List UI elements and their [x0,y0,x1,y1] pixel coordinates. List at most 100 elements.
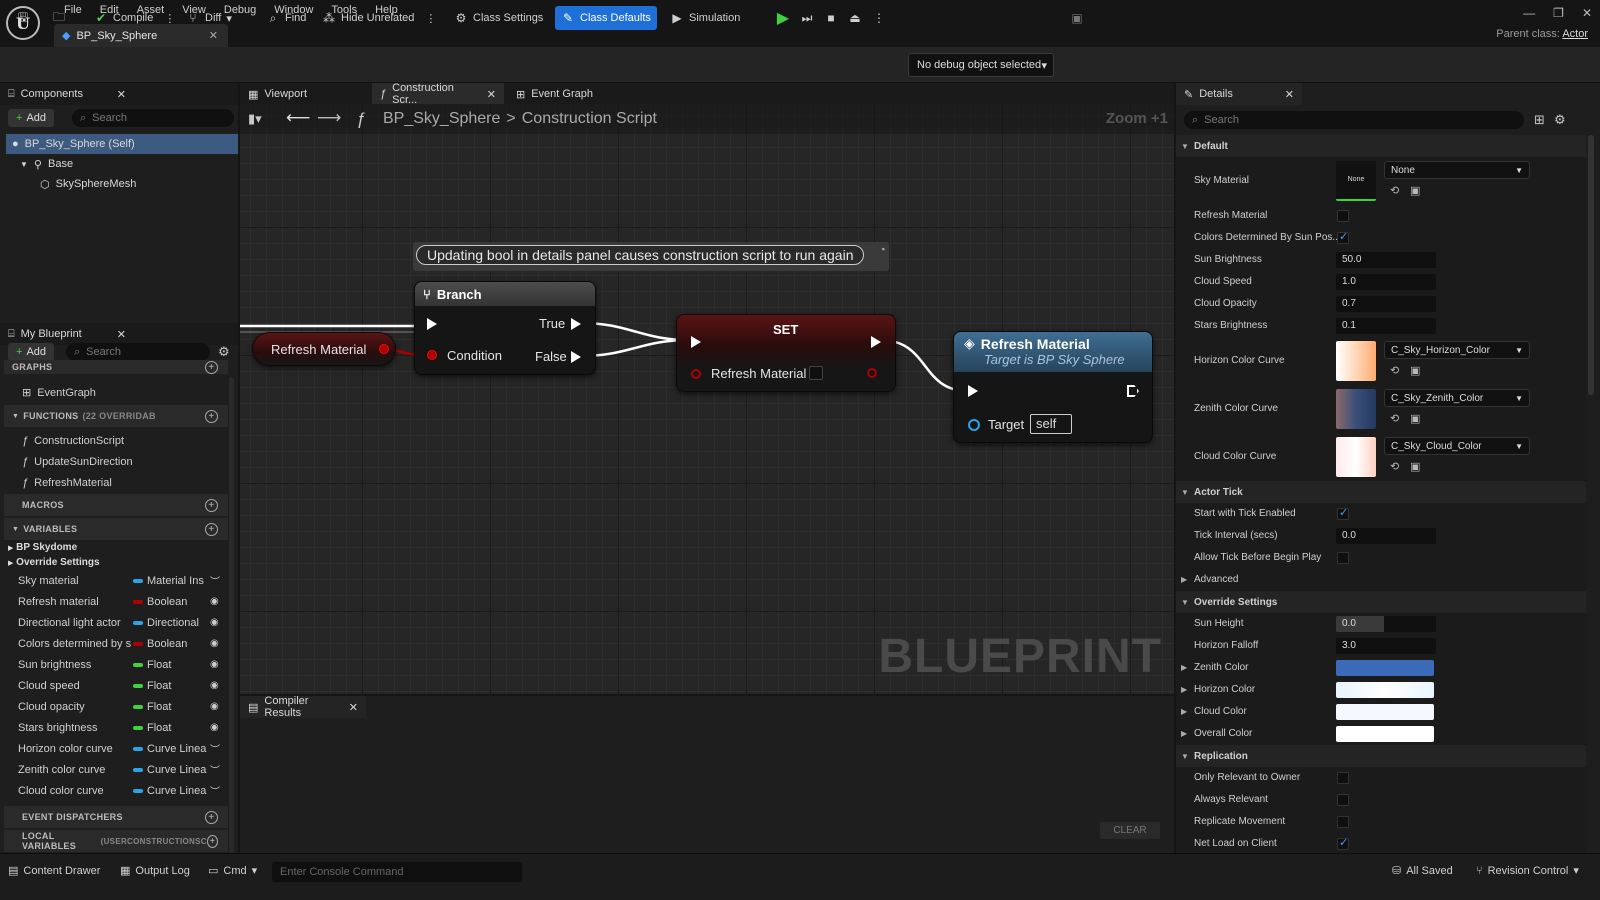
var-get-node[interactable]: Refresh Material [252,332,396,366]
gear-icon[interactable]: ⚙ [1554,112,1566,128]
scrollbar[interactable] [229,377,234,853]
component-skyspheremesh[interactable]: ⬡ SkySphereMesh [40,174,136,194]
close-icon[interactable]: ✕ [117,88,126,101]
horizon-falloff-input[interactable]: 3.0 [1336,638,1436,654]
variable-item[interactable]: Cloud speed Float ◉ [0,675,228,696]
details-scrollbar[interactable] [1588,135,1594,395]
local-variables-section[interactable]: LOCAL VARIABLES (USERCONSTRUCTIONSC + [4,830,228,852]
start-tick-checkbox[interactable] [1337,506,1349,520]
collapse-arrow-icon[interactable]: ▶ [1181,663,1187,672]
use-selected-icon[interactable]: ⟲ [1390,364,1399,377]
tab-viewport[interactable]: ▦ Viewport [240,83,368,105]
eye-icon[interactable]: ◉ [210,638,219,649]
set-value-checkbox[interactable] [809,366,823,380]
hide-unrelated-button[interactable]: ⁂ Hide Unrelated ⋮ [316,6,442,30]
component-self[interactable]: ● BP_Sky_Sphere (Self) [6,134,238,154]
variable-item[interactable]: Colors determined by s Boolean ◉ [0,633,228,654]
browse-button[interactable]: 🗀 [46,6,72,30]
target-pin[interactable] [968,419,980,431]
gear-icon[interactable]: ⚙ [218,344,230,360]
output-log-button[interactable]: ▦ Output Log [120,864,190,878]
stars-brightness-input[interactable]: 0.1 [1336,318,1436,334]
components-tab[interactable]: ⌸ Components ✕ [0,83,238,105]
horizon-curve-thumbnail[interactable] [1336,341,1376,381]
variable-item[interactable]: Refresh material Boolean ◉ [0,591,228,612]
simulation-button[interactable]: ▶ Simulation [664,6,746,30]
content-drawer-button[interactable]: ▤ Content Drawer [8,864,100,878]
always-relevant-checkbox[interactable] [1337,794,1349,806]
zenith-color-swatch[interactable] [1336,660,1434,676]
console-input[interactable]: Enter Console Command [272,862,522,882]
add-dispatcher-icon[interactable]: + [205,810,218,824]
close-icon[interactable]: ✕ [1285,88,1294,101]
restore-icon[interactable]: ❐ [1553,6,1564,20]
visibility-closed-icon[interactable]: ︶ [210,783,220,798]
diff-button[interactable]: ⑂ Diff ▾ [180,6,238,30]
net-load-checkbox[interactable] [1337,836,1349,850]
cloud-color-swatch[interactable] [1336,704,1434,720]
variable-item[interactable]: Horizon color curve Curve Linea ︶ [0,738,228,759]
graph-canvas[interactable]: ▮▾ ⟵ ⟶ ƒ BP_Sky_Sphere > Construction Sc… [240,104,1174,694]
tab-event-graph[interactable]: ⊞ Event Graph [508,83,628,105]
section-actor-tick[interactable]: ▼ Actor Tick [1176,481,1586,503]
close-icon[interactable]: ✕ [117,328,126,341]
class-defaults-button[interactable]: ✎ Class Defaults [555,6,657,30]
compiler-results-tab[interactable]: ▤ Compiler Results ✕ [240,695,366,719]
graphs-section[interactable]: GRAPHS + [4,360,228,374]
only-relevant-checkbox[interactable] [1337,772,1349,784]
eye-icon[interactable]: ◉ [210,659,219,670]
close-window-icon[interactable]: ✕ [1582,6,1592,20]
call-exec-input-pin[interactable] [968,385,978,397]
details-search-input[interactable]: ⌕ Search [1184,111,1524,129]
kebab-icon[interactable]: ⋮ [164,12,175,25]
table-view-icon[interactable]: ⊞ [1534,112,1545,128]
function-item[interactable]: ƒ UpdateSunDirection [4,451,133,472]
zenith-curve-dropdown[interactable]: C_Sky_Zenith_Color ▼ [1384,389,1530,407]
bool-output-pin[interactable] [379,344,389,354]
add-macro-icon[interactable]: + [205,498,218,512]
add-variable-icon[interactable]: + [205,522,218,536]
eye-icon[interactable]: ◉ [210,701,219,712]
exec-input-pin[interactable] [427,318,437,330]
add-local-variable-icon[interactable]: + [206,834,218,848]
variable-item[interactable]: Sun brightness Float ◉ [0,654,228,675]
set-value-output-pin[interactable] [867,368,877,378]
compile-button[interactable]: ✔ Compile ⋮ [88,6,181,30]
minimize-icon[interactable]: — [1523,6,1535,20]
eye-icon[interactable]: ◉ [210,596,219,607]
close-icon[interactable]: ✕ [487,88,496,101]
function-item[interactable]: ƒ ConstructionScript [4,430,124,451]
play-options-button[interactable]: ⋮ [866,6,892,30]
branch-node[interactable]: ⑂ Branch True Condition False [414,281,596,375]
visibility-closed-icon[interactable]: ︶ [210,762,220,777]
tick-interval-input[interactable]: 0.0 [1336,528,1436,544]
replicate-movement-checkbox[interactable] [1337,816,1349,828]
sky-material-dropdown[interactable]: None ▼ [1384,161,1530,179]
parent-class-link[interactable]: Actor [1562,28,1588,40]
eye-icon[interactable]: ◉ [210,617,219,628]
comment-pin-icon[interactable]: ▪ [882,244,885,254]
close-icon[interactable]: ✕ [349,701,358,714]
variable-item[interactable]: Stars brightness Float ◉ [0,717,228,738]
colors-determined-checkbox[interactable] [1337,230,1349,244]
sky-material-thumbnail[interactable]: None [1336,161,1376,201]
true-exec-pin[interactable] [571,318,581,330]
stop-button[interactable]: ■ [818,6,844,30]
condition-pin[interactable] [427,350,437,360]
section-override-settings[interactable]: ▼ Override Settings [1176,591,1586,613]
eye-icon[interactable]: ◉ [210,722,219,733]
use-selected-icon[interactable]: ⟲ [1390,412,1399,425]
visibility-closed-icon[interactable]: ︶ [210,741,220,756]
browse-icon[interactable]: ▣ [1410,364,1420,377]
false-exec-pin[interactable] [571,351,581,363]
all-saved-button[interactable]: ⛁ All Saved [1392,864,1453,878]
debug-object-dropdown[interactable]: No debug object selected ▾ [908,53,1054,77]
variable-item[interactable]: Sky material Material Ins ︶ [0,570,228,591]
save-button[interactable]: 🖫 [10,6,36,30]
add-graph-icon[interactable]: + [205,360,218,374]
variable-item[interactable]: Zenith color curve Curve Linea ︶ [0,759,228,780]
browse-icon[interactable]: ▣ [1410,460,1420,473]
var-group-override-settings[interactable]: ▶ Override Settings [8,557,100,568]
section-replication[interactable]: ▼ Replication [1176,745,1586,767]
collapse-arrow-icon[interactable]: ▶ [1181,729,1187,738]
